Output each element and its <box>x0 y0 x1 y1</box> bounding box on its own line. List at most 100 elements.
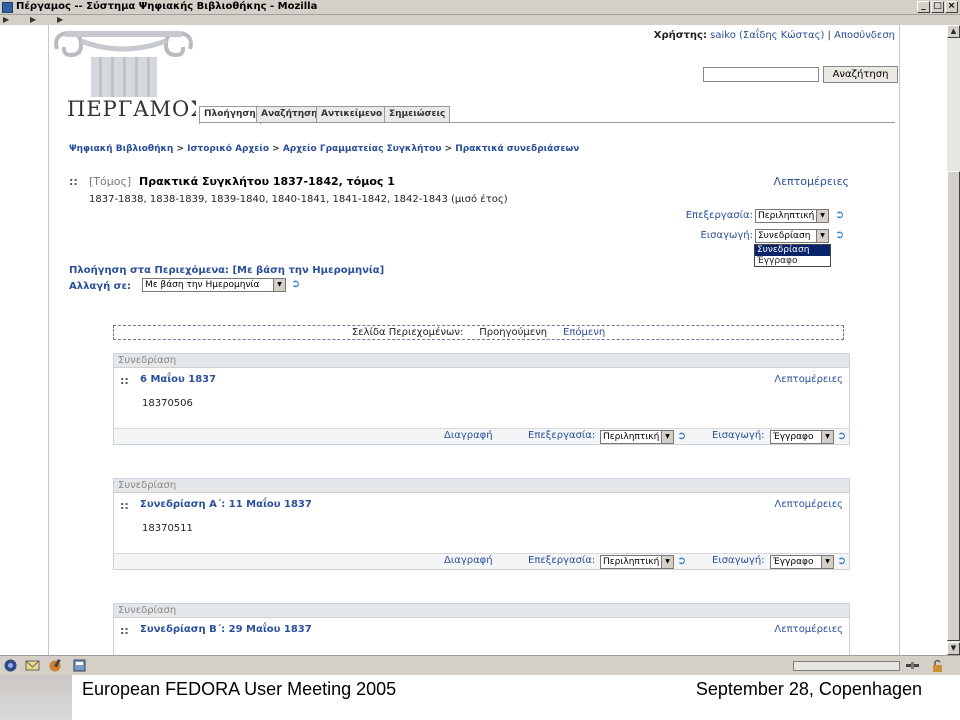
tab-search[interactable]: Αναζήτηση <box>256 106 323 123</box>
arrow-right-icon[interactable]: ➲ <box>677 555 689 567</box>
chevron-down-icon[interactable]: ▼ <box>661 431 673 443</box>
record-identifier-row: 18370511 <box>114 517 849 553</box>
record-title-link[interactable]: Συνεδρίαση Β΄: 29 Μαΐου 1837 <box>140 624 312 635</box>
record-bullet: :: <box>120 499 129 512</box>
pager-prev: Προηγούμενη <box>479 327 548 338</box>
record-details-link[interactable]: Λεπτομέρειες <box>774 499 843 510</box>
search-button[interactable]: Αναζήτηση <box>823 66 898 83</box>
arrow-right-icon[interactable]: ➲ <box>835 229 847 241</box>
volume-bullet: :: <box>69 175 78 188</box>
footer-date-place: September 28, Copenhagen <box>695 679 922 699</box>
navigation-title: Πλοήγηση στα Περιεχόμενα: [Με βάση την Η… <box>69 265 385 276</box>
volume-header: :: [Τόμος] Πρακτικά Συγκλήτου 1837-1842,… <box>69 175 849 189</box>
slide-footer: European FEDORA User Meeting 2005 Septem… <box>0 675 960 720</box>
scroll-up-icon[interactable]: ▲ <box>947 25 960 38</box>
volume-years: 1837-1838, 1838-1839, 1839-1840, 1840-18… <box>89 194 508 205</box>
record-card: Συνεδρίαση :: 6 Μαΐου 1837 Λεπτομέρειες … <box>113 353 850 445</box>
user-label: Χρήστης: <box>653 30 707 41</box>
breadcrumb-sep: > <box>444 144 453 154</box>
edit-label: Επεξεργασία: <box>685 210 753 221</box>
insert-select[interactable]: Έγγραφο ▼ <box>770 430 834 444</box>
progress-bar <box>793 661 900 671</box>
toolbar-arrow-icon[interactable]: ▶ <box>57 15 63 24</box>
edit-label: Επεξεργασία: <box>528 555 596 566</box>
edit-select[interactable]: Περιληπτική ▼ <box>600 430 674 444</box>
chevron-down-icon[interactable]: ▼ <box>816 230 828 242</box>
record-actions: Διαγραφή Επεξεργασία: Περιληπτική ▼ ➲ Ει… <box>114 553 849 569</box>
volume-insert-row: Εισαγωγή: Συνεδρίαση ▼ ➲ <box>549 229 849 244</box>
volume-details-link[interactable]: Λεπτομέρειες <box>774 175 849 188</box>
chevron-down-icon[interactable]: ▼ <box>816 210 828 222</box>
composer-icon[interactable] <box>48 658 63 673</box>
tab-object[interactable]: Αντικείμενο <box>316 106 388 123</box>
arrow-right-icon[interactable]: ➲ <box>677 430 689 442</box>
volume-kind: [Τόμος] <box>89 175 132 188</box>
insert-label: Εισαγωγή: <box>712 555 765 566</box>
arrow-right-icon[interactable]: ➲ <box>837 430 849 442</box>
scroll-thumb[interactable] <box>947 171 960 641</box>
dropdown-option[interactable]: Έγγραφο <box>755 256 830 267</box>
record-actions: Διαγραφή Επεξεργασία: Περιληπτική ▼ ➲ Ει… <box>114 428 849 444</box>
insert-label: Εισαγωγή: <box>712 430 765 441</box>
breadcrumb-item[interactable]: Αρχείο Γραμματείας Συγκλήτου <box>283 144 442 154</box>
change-label: Αλλαγή σε: <box>69 281 132 292</box>
connection-icon <box>906 662 919 669</box>
edit-select[interactable]: Περιληπτική ▼ <box>600 555 674 569</box>
volume-edit-row: Επεξεργασία: Περιληπτική ▼ ➲ <box>549 209 849 224</box>
logout-link[interactable]: Αποσύνδεση <box>834 30 895 41</box>
breadcrumb-item[interactable]: Πρακτικά συνεδριάσεων <box>455 144 579 154</box>
tab-notes[interactable]: Σημειώσεις <box>384 106 451 123</box>
navigator-icon[interactable] <box>3 658 18 673</box>
volume-title: Πρακτικά Συγκλήτου 1837-1842, τόμος 1 <box>139 175 395 188</box>
record-identifier-row <box>114 642 849 655</box>
scroll-down-icon[interactable]: ▼ <box>947 642 960 655</box>
edit-select-value: Περιληπτική <box>758 211 815 221</box>
record-title-row: :: Συνεδρίαση Α΄: 11 Μαΐου 1837 Λεπτομέρ… <box>114 493 849 517</box>
delete-link[interactable]: Διαγραφή <box>444 555 493 566</box>
search-input[interactable] <box>703 67 819 82</box>
minimize-button[interactable]: _ <box>917 1 930 13</box>
record-type: Συνεδρίαση <box>114 479 849 493</box>
window-title: Πέργαμος -- Σύστημα Ψηφιακής Βιβλιοθήκης… <box>16 1 318 12</box>
edit-select-value: Περιληπτική <box>603 557 660 567</box>
user-name-link[interactable]: saiko (Σαΐδης Κώστας) <box>710 30 824 41</box>
breadcrumb-item[interactable]: Ψηφιακή Βιβλιοθήκη <box>69 144 173 154</box>
chevron-down-icon[interactable]: ▼ <box>821 556 833 568</box>
delete-link[interactable]: Διαγραφή <box>444 430 493 441</box>
record-title-link[interactable]: 6 Μαΐου 1837 <box>140 374 216 385</box>
record-title-row: :: Συνεδρίαση Β΄: 29 Μαΐου 1837 Λεπτομέρ… <box>114 618 849 642</box>
mail-icon[interactable] <box>25 658 40 673</box>
chevron-down-icon[interactable]: ▼ <box>273 279 285 291</box>
pager-next-link[interactable]: Επόμενη <box>563 327 605 338</box>
toolbar-arrow-icon[interactable]: ▶ <box>3 15 9 24</box>
chevron-down-icon[interactable]: ▼ <box>661 556 673 568</box>
close-button[interactable]: × <box>945 1 958 13</box>
record-details-link[interactable]: Λεπτομέρειες <box>774 374 843 385</box>
arrow-right-icon[interactable]: ➲ <box>291 278 303 290</box>
toolbar-arrow-icon[interactable]: ▶ <box>30 15 36 24</box>
dropdown-option[interactable]: Συνεδρίαση <box>755 245 830 256</box>
record-details-link[interactable]: Λεπτομέρειες <box>774 624 843 635</box>
record-bullet: :: <box>120 624 129 637</box>
record-title-link[interactable]: Συνεδρίαση Α΄: 11 Μαΐου 1837 <box>140 499 312 510</box>
record-bullet: :: <box>120 374 129 387</box>
insert-select[interactable]: Συνεδρίαση ▼ <box>755 229 829 243</box>
edit-select[interactable]: Περιληπτική ▼ <box>755 209 829 223</box>
window-titlebar: Πέργαμος -- Σύστημα Ψηφιακής Βιβλιοθήκης… <box>0 0 960 15</box>
arrow-right-icon[interactable]: ➲ <box>835 209 847 221</box>
navigation-mode-select[interactable]: Με βάση την Ημερομηνία ▼ <box>142 278 286 292</box>
chevron-down-icon[interactable]: ▼ <box>821 431 833 443</box>
vertical-scrollbar[interactable]: ▲ ▼ <box>947 25 960 655</box>
arrow-right-icon[interactable]: ➲ <box>837 555 849 567</box>
pager-label: Σελίδα Περιεχομένων: <box>351 327 464 338</box>
address-book-icon[interactable] <box>72 658 87 673</box>
maximize-button[interactable]: □ <box>931 1 944 13</box>
app-icon <box>2 2 13 13</box>
insert-select[interactable]: Έγγραφο ▼ <box>770 555 834 569</box>
insert-dropdown-list[interactable]: Συνεδρίαση Έγγραφο <box>754 244 831 267</box>
footer-stripe <box>0 675 72 720</box>
breadcrumb-item[interactable]: Ιστορικό Αρχείο <box>187 144 269 154</box>
edit-select-value: Περιληπτική <box>603 432 660 442</box>
edit-label: Επεξεργασία: <box>528 430 596 441</box>
sidebar-gutter <box>0 25 48 655</box>
